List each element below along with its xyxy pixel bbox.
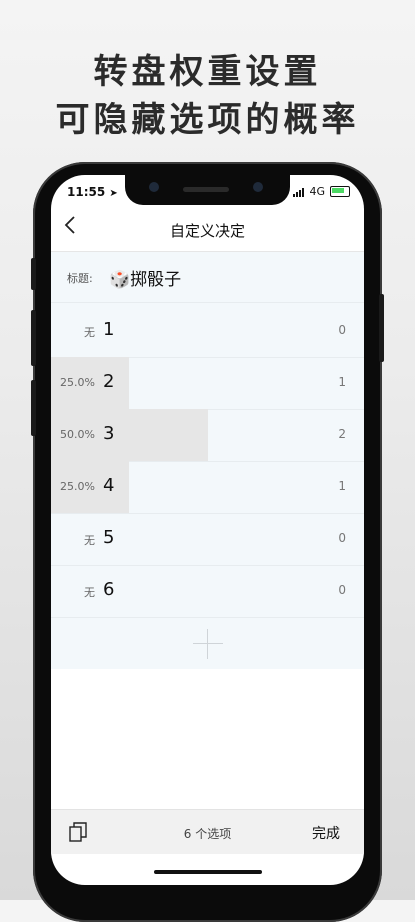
option-weight[interactable]: 1 [338,375,346,389]
status-indicators: 4G [293,185,350,198]
option-weight[interactable]: 1 [338,479,346,493]
promo-line-1: 转盘权重设置 [93,52,322,92]
option-percent: 无 [84,326,95,339]
option-percent: 50.0% [60,428,95,441]
sensor-icon [253,182,263,192]
option-name: 3 [103,423,115,444]
title-row[interactable]: 标题: 🎲掷骰子 [51,252,364,303]
option-row[interactable]: 无 1 0 [51,305,364,358]
option-weight[interactable]: 2 [338,427,346,441]
option-percent: 25.0% [60,376,95,389]
location-arrow-icon: ➤ [109,188,118,199]
mute-switch [31,258,36,290]
option-name: 4 [103,475,115,496]
option-row[interactable]: 无 5 0 [51,513,364,566]
network-label: 4G [309,185,325,198]
notch [125,175,290,205]
volume-down-button [31,380,36,436]
option-percent: 无 [84,534,95,547]
bottom-toolbar: 6 个选项 完成 [51,809,364,854]
speaker-grille [183,187,229,192]
option-row[interactable]: 25.0% 2 1 [51,357,364,410]
option-percent: 无 [84,586,95,599]
nav-bar: 自定义决定 [51,207,364,252]
volume-up-button [31,310,36,366]
battery-icon [330,186,350,197]
option-row[interactable]: 50.0% 3 2 [51,409,364,462]
option-name: 1 [103,319,115,340]
option-weight[interactable]: 0 [338,583,346,597]
status-time: 11:55 ➤ [67,185,118,199]
power-button [379,294,384,362]
promo-line-2: 可隐藏选项的概率 [55,100,360,140]
done-button[interactable]: 完成 [312,823,340,843]
option-weight[interactable]: 0 [338,531,346,545]
page-title: 自定义决定 [169,222,245,240]
add-option-button[interactable] [51,618,364,669]
front-camera-icon [149,182,159,192]
option-row[interactable]: 无 6 0 [51,565,364,618]
option-percent: 25.0% [60,480,95,493]
option-weight[interactable]: 0 [338,323,346,337]
options-list: 标题: 🎲掷骰子 无 1 0 25.0% 2 1 50.0% 3 2 25.0%… [51,252,364,669]
option-name: 6 [103,579,115,600]
phone-screen: 11:55 ➤ 4G 自定义决定 标题: 🎲掷骰子 无 1 0 25.0% 2 [51,175,364,885]
home-indicator [154,870,262,874]
title-label: 标题: [67,272,93,285]
signal-icon [293,187,305,197]
option-name: 5 [103,527,115,548]
option-name: 2 [103,371,115,392]
option-row[interactable]: 25.0% 4 1 [51,461,364,514]
title-input[interactable]: 🎲掷骰子 [109,265,181,290]
